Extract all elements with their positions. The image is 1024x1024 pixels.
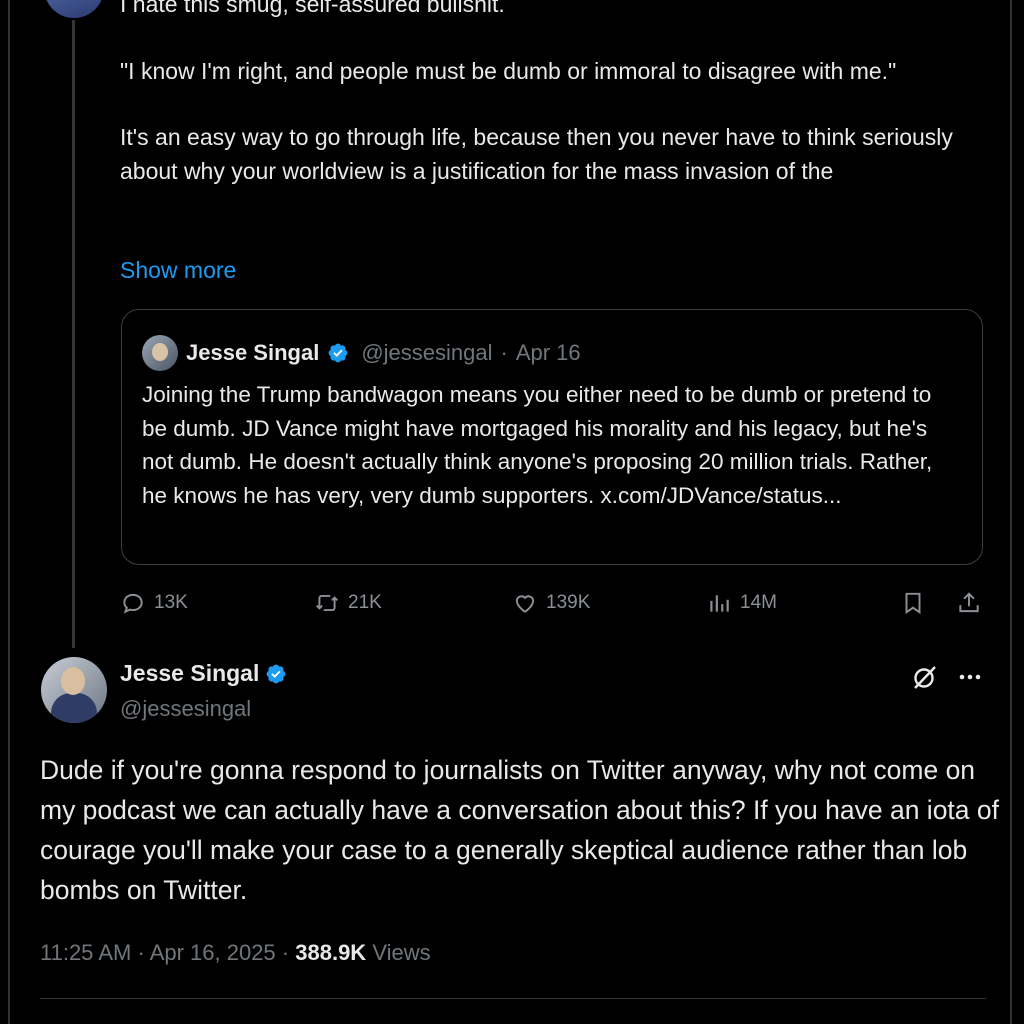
tweet-timestamp-row: 11:25 AM · Apr 16, 2025 · 388.9K Views [40, 940, 431, 966]
more-icon[interactable] [955, 662, 985, 692]
quoted-author-name[interactable]: Jesse Singal [186, 340, 319, 366]
quoted-tweet-date[interactable]: Apr 16 [516, 340, 581, 366]
parent-avatar[interactable] [44, 0, 104, 18]
main-author-name[interactable]: Jesse Singal [120, 660, 259, 687]
reply-button[interactable]: 13K [120, 590, 188, 616]
repost-icon [316, 594, 338, 612]
main-author-name-row[interactable]: Jesse Singal [120, 660, 287, 687]
bookmark-button[interactable] [900, 590, 926, 616]
reply-icon [123, 593, 143, 614]
timeline-border-left [8, 0, 10, 1024]
repost-button[interactable]: 21K [314, 590, 382, 616]
views-count: 14M [740, 592, 777, 613]
like-icon [515, 595, 535, 613]
show-more-link[interactable]: Show more [120, 257, 236, 284]
reply-count: 13K [154, 592, 188, 613]
main-author-handle[interactable]: @jessesingal [120, 696, 251, 722]
quoted-tweet-handle[interactable]: @jessesingal [361, 340, 492, 366]
timeline-border-right [1010, 0, 1012, 1024]
tweet-action-bar: 13K 21K 139K 14M [120, 590, 984, 620]
like-count: 139K [546, 592, 591, 613]
parent-tweet-text: I hate this smug, self-assured bullshit.… [120, 0, 960, 188]
tweet-time[interactable]: 11:25 AM [40, 940, 131, 965]
repost-count: 21K [348, 592, 382, 613]
quoted-tweet-card[interactable]: Jesse Singal @jessesingal · Apr 16 Joini… [121, 309, 983, 565]
timestamp-separator-2: · [281, 940, 290, 965]
parent-paragraph-2: "I know I'm right, and people must be du… [120, 57, 897, 84]
share-button[interactable] [956, 590, 982, 616]
quoted-tweet-header: Jesse Singal @jessesingal · Apr 16 [142, 334, 581, 372]
like-button[interactable]: 139K [512, 590, 590, 616]
quoted-author-avatar[interactable] [142, 335, 178, 371]
share-icon [959, 592, 979, 613]
main-author-avatar[interactable] [41, 657, 107, 723]
views-icon [710, 595, 729, 612]
timestamp-separator-1: · [137, 940, 145, 965]
tweet-date[interactable]: Apr 16, 2025 [150, 940, 276, 965]
quoted-tweet-separator: · [500, 340, 508, 365]
divider [40, 998, 986, 999]
thread-connector-line [72, 20, 75, 648]
avatar-figure-body [51, 693, 97, 723]
views-button[interactable]: 14M [706, 590, 777, 616]
quoted-tweet-text: Joining the Trump bandwagon means you ei… [142, 382, 933, 508]
main-tweet-text: Dude if you're gonna respond to journali… [40, 755, 999, 905]
bookmark-icon [905, 592, 921, 615]
tweet-views-count[interactable]: 388.9K [295, 940, 366, 965]
parent-paragraph-1: I hate this smug, self-assured bullshit. [120, 0, 505, 17]
tweet-views-label: Views [372, 940, 431, 965]
parent-paragraph-3: It's an easy way to go through life, bec… [120, 124, 953, 184]
grok-icon[interactable] [910, 662, 940, 692]
verified-badge-icon [266, 664, 286, 683]
verified-badge-icon [328, 343, 348, 363]
avatar-figure-head [61, 667, 85, 695]
